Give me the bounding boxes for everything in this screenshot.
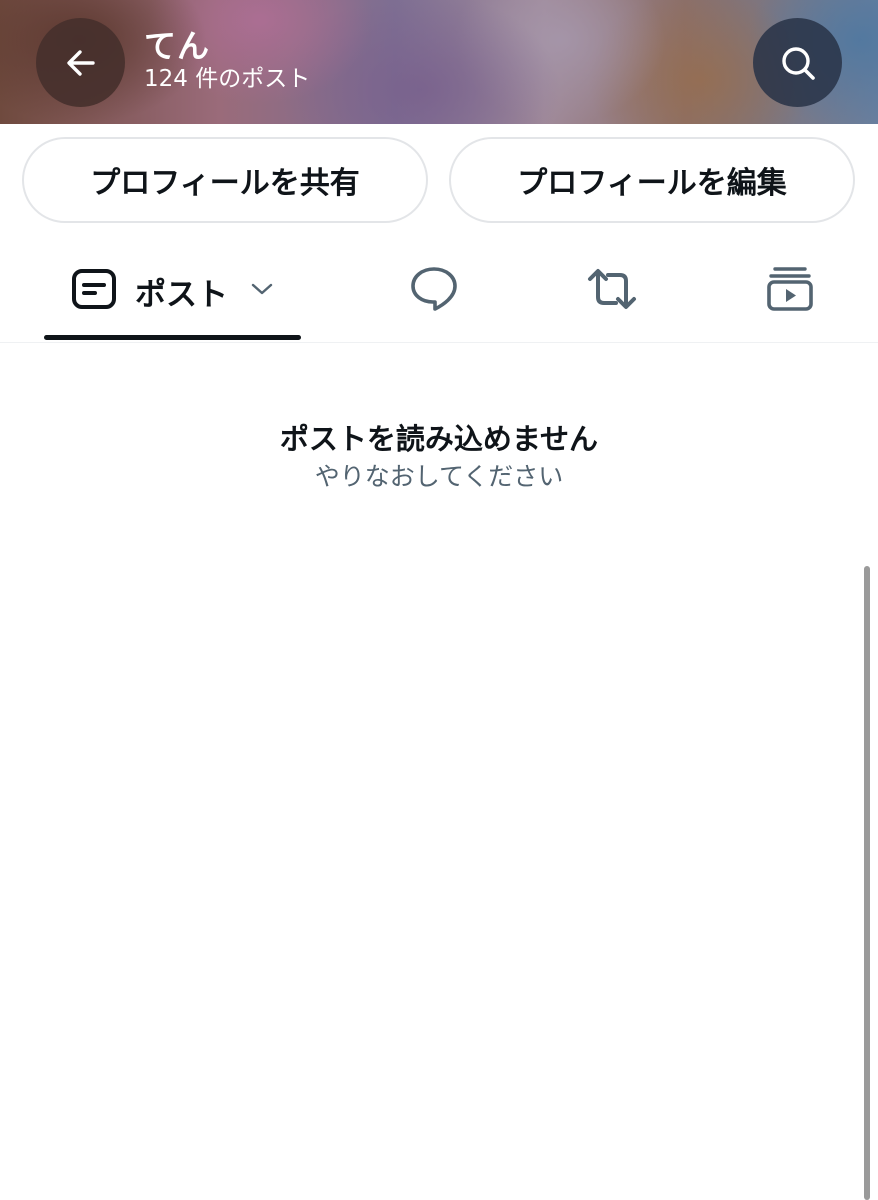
- video-play-icon: [765, 265, 815, 317]
- profile-name: てん: [144, 27, 211, 65]
- arrow-left-icon: [63, 45, 99, 81]
- share-profile-button[interactable]: プロフィールを共有: [22, 137, 428, 223]
- chevron-down-icon[interactable]: [250, 281, 274, 301]
- profile-tabs: ポスト: [0, 240, 878, 343]
- tab-replies[interactable]: [382, 240, 486, 342]
- scrollbar[interactable]: [864, 566, 870, 1200]
- tab-reposts[interactable]: [560, 240, 664, 342]
- post-list-icon: [71, 268, 117, 314]
- tab-posts[interactable]: ポスト: [44, 240, 301, 342]
- retry-link[interactable]: やりなおしてください: [0, 460, 878, 494]
- load-error-state: ポストを読み込めません やりなおしてください: [0, 420, 878, 494]
- search-button[interactable]: [753, 18, 842, 107]
- search-icon: [778, 43, 818, 83]
- speech-bubble-icon: [409, 265, 459, 317]
- profile-page: てん 124 件のポスト プロフィールを共有 プロフィールを編集 ポスト ポスト…: [0, 0, 878, 1200]
- back-button[interactable]: [36, 18, 125, 107]
- header-title-block: てん 124 件のポスト: [144, 26, 310, 94]
- tab-posts-label: ポスト: [135, 276, 228, 313]
- post-count: 124 件のポスト: [144, 66, 311, 92]
- edit-profile-button[interactable]: プロフィールを編集: [449, 137, 855, 223]
- profile-header-banner: てん 124 件のポスト: [0, 0, 878, 124]
- repost-icon: [584, 267, 640, 315]
- tab-videos[interactable]: [738, 240, 842, 342]
- active-tab-indicator: [44, 335, 301, 340]
- load-error-title: ポストを読み込めません: [279, 422, 599, 456]
